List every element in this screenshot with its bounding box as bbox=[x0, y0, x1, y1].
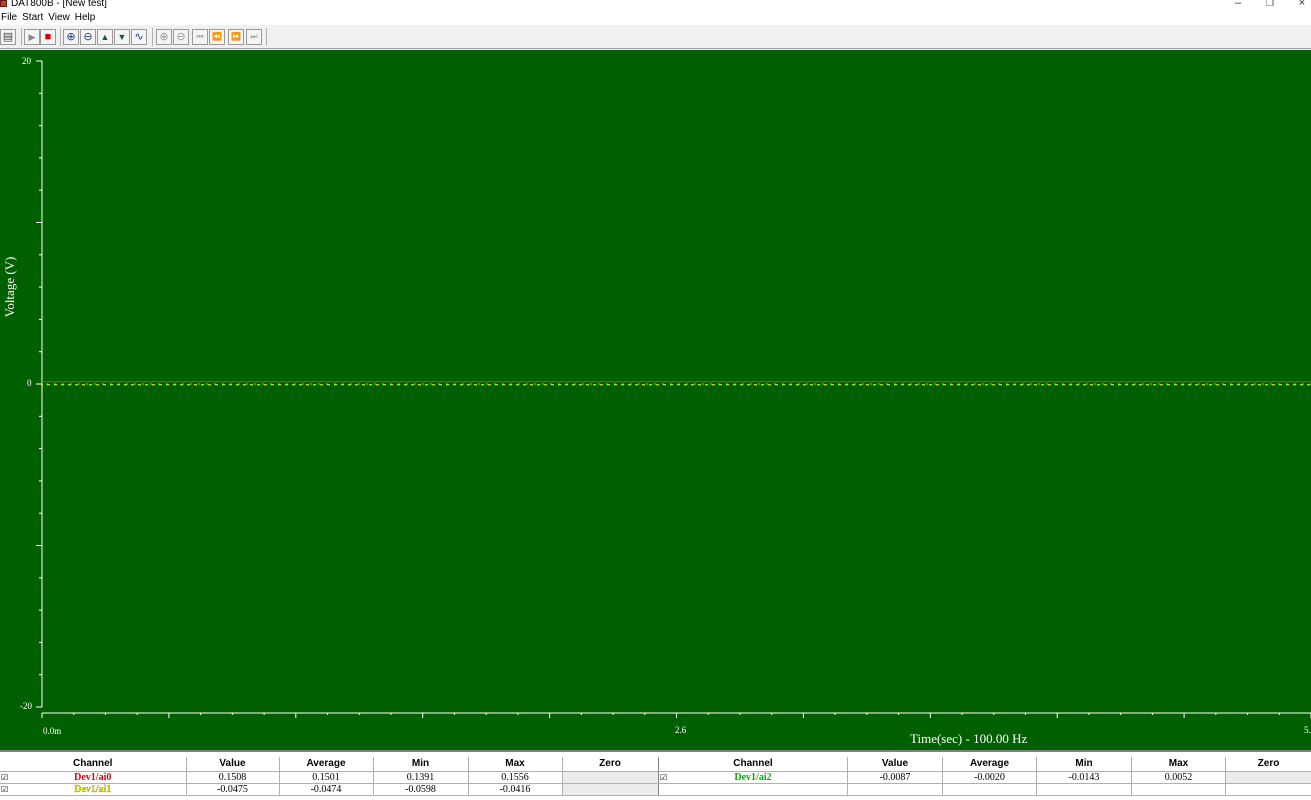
channel-cell: ☑ Dev1/ai0 bbox=[0, 771, 187, 784]
table-header-row: Channel Value Average Min Max Zero bbox=[0, 757, 659, 772]
toolbar: ▤ ▶ ■ ⊕ ⊖ ▲ ▼ ∿ ⊕ ⊖ ⏮ ⏪ ⏩ ⏭ bbox=[0, 25, 1311, 49]
average-cell: -0.0020 bbox=[942, 771, 1037, 784]
channel-cell: ☑ Dev1/ai1 bbox=[0, 783, 187, 796]
header-channel: Channel bbox=[658, 757, 848, 772]
close-button[interactable]: × bbox=[1292, 0, 1311, 10]
header-average: Average bbox=[279, 757, 374, 772]
min-cell: 0.1391 bbox=[373, 771, 469, 784]
toolbar-separator bbox=[60, 28, 61, 46]
stop-icon[interactable]: ■ bbox=[40, 29, 56, 45]
table-row: ☑ Dev1/ai1 -0.0475 -0.0474 -0.0598 -0.04… bbox=[0, 783, 659, 796]
header-value: Value bbox=[186, 757, 280, 772]
header-zero: Zero bbox=[562, 757, 659, 772]
waveform-icon[interactable]: ∿ bbox=[131, 29, 147, 45]
header-max: Max bbox=[1131, 757, 1226, 772]
empty-cell bbox=[1225, 783, 1311, 796]
header-average: Average bbox=[942, 757, 1037, 772]
channel-panel: Channel Value Average Min Max Zero ☑ Dev… bbox=[0, 750, 1311, 800]
menu-bar: File Start View Help bbox=[0, 10, 1311, 25]
header-value: Value bbox=[847, 757, 943, 772]
toolbar-separator bbox=[21, 28, 22, 46]
header-channel: Channel bbox=[0, 757, 187, 772]
average-cell: -0.0474 bbox=[279, 783, 374, 796]
max-cell: 0.1556 bbox=[468, 771, 563, 784]
scale-down-icon[interactable]: ▼ bbox=[114, 29, 130, 45]
menu-file[interactable]: File bbox=[0, 10, 21, 25]
max-cell: 0.0052 bbox=[1131, 771, 1226, 784]
channel-checkbox[interactable]: ☑ bbox=[1, 773, 8, 782]
zoom-in-icon[interactable]: ⊕ bbox=[63, 29, 79, 45]
average-cell: 0.1501 bbox=[279, 771, 374, 784]
value-cell: 0.1508 bbox=[186, 771, 280, 784]
header-zero: Zero bbox=[1225, 757, 1311, 772]
go-end-icon[interactable]: ⏭ bbox=[246, 29, 262, 45]
y-tick-label-bottom: -20 bbox=[20, 701, 32, 711]
zero-button[interactable] bbox=[562, 783, 659, 796]
x-tick-label-end: 5. bbox=[1304, 725, 1311, 735]
menu-view[interactable]: View bbox=[47, 10, 74, 25]
max-cell: -0.0416 bbox=[468, 783, 563, 796]
fast-forward-icon[interactable]: ⏩ bbox=[228, 29, 244, 45]
value-cell: -0.0087 bbox=[847, 771, 943, 784]
menu-start[interactable]: Start bbox=[21, 10, 47, 25]
channel-name: Dev1/ai0 bbox=[74, 771, 112, 783]
header-min: Min bbox=[373, 757, 469, 772]
toolbar-separator bbox=[266, 28, 267, 46]
empty-cell bbox=[658, 783, 848, 796]
table-row: ☑ Dev1/ai2 -0.0087 -0.0020 -0.0143 0.005… bbox=[658, 771, 1311, 784]
table-row-empty bbox=[658, 783, 1311, 796]
save-icon[interactable]: ▤ bbox=[0, 29, 16, 45]
y-axis-title: Voltage (V) bbox=[2, 256, 17, 318]
y-tick-label-zero: 0 bbox=[27, 378, 32, 388]
value-cell: -0.0475 bbox=[186, 783, 280, 796]
rewind-icon[interactable]: ⏪ bbox=[209, 29, 225, 45]
x-tick-label-mid: 2.6 bbox=[675, 725, 687, 735]
channel-name: Dev1/ai2 bbox=[734, 771, 772, 783]
min-cell: -0.0598 bbox=[373, 783, 469, 796]
min-cell: -0.0143 bbox=[1036, 771, 1132, 784]
empty-cell bbox=[1131, 783, 1226, 796]
channel-checkbox[interactable]: ☑ bbox=[660, 773, 667, 782]
x-tick-label-start: 0.0m bbox=[43, 726, 62, 736]
plot-area[interactable]: Voltage (V) 20 0 -20 0.0m 2.6 5. Time(se… bbox=[0, 50, 1311, 750]
zoom-out-icon[interactable]: ⊖ bbox=[80, 29, 96, 45]
table-row: ☑ Dev1/ai0 0.1508 0.1501 0.1391 0.1556 bbox=[0, 771, 659, 784]
empty-cell bbox=[942, 783, 1037, 796]
zoom-x-in-icon[interactable]: ⊕ bbox=[156, 29, 172, 45]
window-title: DAT800B - [New test] bbox=[11, 0, 107, 9]
title-bar: DAT800B - [New test] – ❐ × bbox=[0, 0, 1311, 10]
zero-button[interactable] bbox=[562, 771, 659, 784]
channel-table-left: Channel Value Average Min Max Zero ☑ Dev… bbox=[0, 757, 659, 796]
x-axis-title: Time(sec) - 100.00 Hz bbox=[910, 731, 1028, 746]
channel-name: Dev1/ai1 bbox=[74, 783, 112, 795]
play-icon[interactable]: ▶ bbox=[24, 29, 40, 45]
app-icon bbox=[0, 0, 7, 7]
toolbar-separator bbox=[152, 28, 153, 46]
empty-cell bbox=[847, 783, 943, 796]
restore-button[interactable]: ❐ bbox=[1260, 0, 1280, 10]
header-min: Min bbox=[1036, 757, 1132, 772]
channel-table-right: Channel Value Average Min Max Zero ☑ Dev… bbox=[658, 757, 1311, 796]
table-header-row: Channel Value Average Min Max Zero bbox=[658, 757, 1311, 772]
zero-button[interactable] bbox=[1225, 771, 1311, 784]
go-start-icon[interactable]: ⏮ bbox=[192, 29, 208, 45]
empty-cell bbox=[1036, 783, 1132, 796]
chart bbox=[36, 60, 1311, 718]
header-max: Max bbox=[468, 757, 563, 772]
y-tick-label-top: 20 bbox=[22, 56, 31, 66]
minimize-button[interactable]: – bbox=[1228, 0, 1248, 10]
zoom-x-out-icon[interactable]: ⊖ bbox=[173, 29, 189, 45]
channel-checkbox[interactable]: ☑ bbox=[1, 785, 8, 794]
menu-help[interactable]: Help bbox=[74, 10, 100, 25]
scale-up-icon[interactable]: ▲ bbox=[97, 29, 113, 45]
channel-cell: ☑ Dev1/ai2 bbox=[658, 771, 848, 784]
